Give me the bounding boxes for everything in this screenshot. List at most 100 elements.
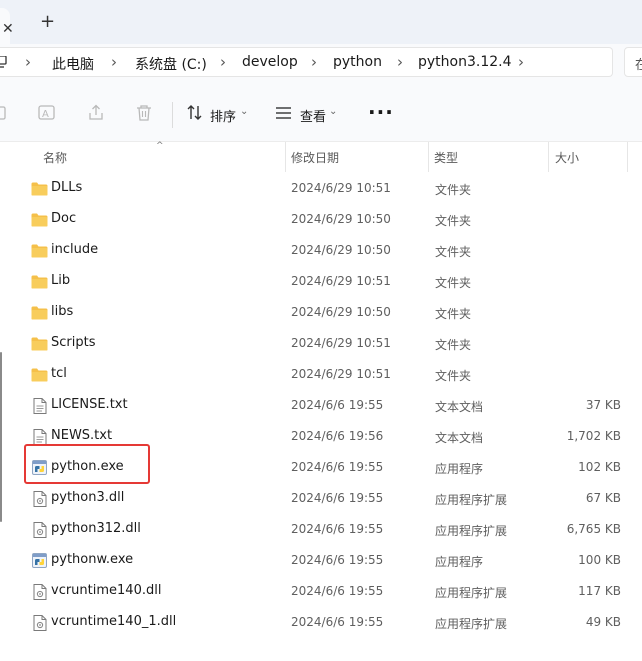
file-name: python3.dll	[51, 490, 125, 505]
file-name: python312.dll	[51, 521, 141, 536]
svg-text:A: A	[42, 109, 49, 120]
column-divider[interactable]	[428, 142, 429, 172]
file-type: 文本文档	[435, 400, 484, 414]
file-row[interactable]: Lib 2024/6/29 10:51 文件夹	[0, 266, 642, 297]
view-icon	[276, 107, 291, 119]
delete-icon[interactable]	[135, 104, 153, 122]
file-size: 117 KB	[578, 584, 621, 598]
new-item-icon[interactable]	[0, 104, 8, 122]
active-tab[interactable]: ✕	[0, 8, 14, 44]
file-size: 100 KB	[578, 553, 621, 567]
view-chevron-down-icon[interactable]: ⌄	[329, 106, 337, 117]
file-type: 应用程序	[435, 555, 484, 569]
file-name: vcruntime140_1.dll	[51, 614, 177, 629]
folder-icon	[31, 367, 48, 386]
breadcrumb-python3124[interactable]: python3.12.4	[418, 54, 512, 70]
column-divider[interactable]	[548, 142, 549, 172]
file-row[interactable]: DLLs 2024/6/29 10:51 文件夹	[0, 173, 642, 204]
breadcrumb-system-drive[interactable]: 系统盘 (C:)	[135, 54, 207, 74]
file-modified-date: 2024/6/6 19:55	[291, 615, 384, 629]
tab-close-icon[interactable]: ✕	[2, 21, 14, 37]
file-type: 文件夹	[435, 183, 472, 197]
file-row[interactable]: tcl 2024/6/29 10:51 文件夹	[0, 359, 642, 390]
view-button[interactable]: 查看	[300, 106, 326, 125]
file-row[interactable]: vcruntime140_1.dll 2024/6/6 19:55 应用程序扩展 49…	[0, 607, 642, 638]
breadcrumb-develop[interactable]: develop	[242, 54, 298, 70]
breadcrumb-chevron-icon: ›	[311, 53, 317, 71]
this-pc-icon	[0, 56, 7, 68]
breadcrumb-chevron-icon: ›	[397, 53, 403, 71]
share-icon[interactable]	[87, 104, 105, 122]
file-modified-date: 2024/6/6 19:55	[291, 584, 384, 598]
dll-file-icon	[33, 522, 47, 542]
file-size: 37 KB	[585, 398, 621, 412]
file-type: 文件夹	[435, 276, 472, 290]
sort-ascending-icon: ^	[156, 141, 164, 151]
file-row[interactable]: Scripts 2024/6/29 10:51 文件夹	[0, 328, 642, 359]
more-options-button[interactable]: ···	[368, 100, 394, 124]
new-tab-button[interactable]: +	[40, 11, 55, 32]
file-type: 文件夹	[435, 338, 472, 352]
folder-icon	[31, 274, 48, 293]
file-type: 文件夹	[435, 245, 472, 259]
file-row[interactable]: vcruntime140.dll 2024/6/6 19:55 应用程序扩展 117 …	[0, 576, 642, 607]
file-size: 67 KB	[585, 491, 621, 505]
file-name: pythonw.exe	[51, 552, 134, 567]
column-divider[interactable]	[627, 142, 628, 172]
rename-icon[interactable]: A	[38, 104, 56, 122]
file-row[interactable]: pythonw.exe 2024/6/6 19:55 应用程序 100 KB	[0, 545, 642, 576]
file-name: NEWS.txt	[51, 428, 113, 443]
folder-icon	[31, 212, 48, 231]
file-row[interactable]: Doc 2024/6/29 10:50 文件夹	[0, 204, 642, 235]
file-row[interactable]: include 2024/6/29 10:50 文件夹	[0, 235, 642, 266]
file-name: libs	[51, 304, 74, 319]
breadcrumb-chevron-icon: ›	[111, 53, 117, 71]
breadcrumb-python[interactable]: python	[333, 54, 382, 70]
file-type: 应用程序扩展	[435, 524, 508, 538]
breadcrumb[interactable]: › 此电脑 › 系统盘 (C:) › develop › python › py…	[0, 47, 613, 77]
python-exe-icon	[32, 553, 47, 572]
file-row[interactable]: libs 2024/6/29 10:50 文件夹	[0, 297, 642, 328]
file-type: 应用程序扩展	[435, 617, 508, 631]
column-header-type[interactable]: 类型	[434, 149, 458, 166]
column-header-name[interactable]: 名称	[43, 149, 67, 166]
sort-button[interactable]: 排序	[210, 106, 236, 125]
file-modified-date: 2024/6/6 19:55	[291, 522, 384, 536]
file-name: include	[51, 242, 99, 257]
file-size: 49 KB	[585, 615, 621, 629]
file-modified-date: 2024/6/29 10:51	[291, 336, 391, 350]
file-name: DLLs	[51, 180, 83, 195]
sort-chevron-down-icon[interactable]: ⌄	[240, 106, 248, 117]
folder-icon	[31, 181, 48, 200]
file-row[interactable]: LICENSE.txt 2024/6/6 19:55 文本文档 37 KB	[0, 390, 642, 421]
search-placeholder: 在	[635, 58, 642, 73]
dll-file-icon	[33, 491, 47, 511]
file-size: 102 KB	[578, 460, 621, 474]
dll-file-icon	[33, 615, 47, 635]
file-modified-date: 2024/6/29 10:51	[291, 367, 391, 381]
column-header-modified[interactable]: 修改日期	[291, 149, 339, 166]
file-name: Doc	[51, 211, 77, 226]
file-modified-date: 2024/6/29 10:51	[291, 181, 391, 195]
file-name: Lib	[51, 273, 71, 288]
sort-icon	[187, 105, 202, 120]
file-modified-date: 2024/6/29 10:50	[291, 243, 391, 257]
search-box[interactable]: 在	[624, 47, 642, 77]
breadcrumb-chevron-icon: ›	[220, 53, 226, 71]
command-bar: A 排序 ⌄ 查看 ⌄ ···	[0, 86, 642, 142]
address-bar: › 此电脑 › 系统盘 (C:) › develop › python › py…	[0, 44, 642, 86]
file-type: 文件夹	[435, 214, 472, 228]
file-size: 1,702 KB	[566, 429, 621, 443]
breadcrumb-this-pc[interactable]: 此电脑	[52, 54, 94, 74]
file-modified-date: 2024/6/6 19:55	[291, 460, 384, 474]
breadcrumb-chevron-icon: ›	[25, 53, 31, 71]
toolbar-separator	[172, 102, 173, 128]
file-row[interactable]: python312.dll 2024/6/6 19:55 应用程序扩展 6,765 K…	[0, 514, 642, 545]
file-type: 应用程序扩展	[435, 493, 508, 507]
file-row[interactable]: python3.dll 2024/6/6 19:55 应用程序扩展 67 KB	[0, 483, 642, 514]
column-header-size[interactable]: 大小	[555, 149, 579, 166]
file-name: Scripts	[51, 335, 96, 350]
column-divider[interactable]	[285, 142, 286, 172]
file-modified-date: 2024/6/29 10:50	[291, 212, 391, 226]
folder-icon	[31, 243, 48, 262]
